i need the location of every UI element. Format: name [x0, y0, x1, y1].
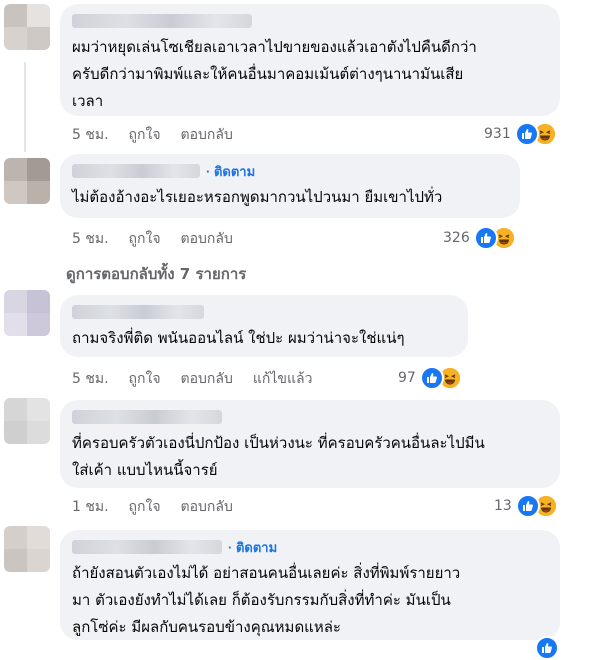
comment-bubble: ผมว่าหยุดเล่นโซเชียลเอาเวลาไปขายของแล้วเ…	[60, 4, 560, 116]
reply-button[interactable]: ตอบกลับ	[181, 124, 233, 146]
thumbs-up-icon	[419, 366, 444, 390]
reaction-count: 931	[484, 126, 511, 142]
reaction-count: 13	[494, 498, 512, 514]
reply-button[interactable]: ตอบกลับ	[181, 368, 233, 390]
reply-button[interactable]: ตอบกลับ	[181, 496, 233, 518]
commenter-name-redacted[interactable]	[72, 14, 252, 28]
thumbs-up-icon	[514, 122, 539, 146]
reaction-summary[interactable]: 13	[494, 494, 558, 518]
commenter-name-redacted[interactable]	[72, 410, 222, 424]
edited-label: แก้ไขแล้ว	[252, 371, 313, 387]
comment-actions: 5 ชม. ถูกใจ ตอบกลับ แก้ไขแล้ว	[72, 368, 312, 390]
comment-bubble: ถามจริงพี่ติด พนันออนไลน์ ใช่ปะ ผมว่าน่า…	[60, 295, 468, 357]
comment-time[interactable]: 5 ชม.	[72, 228, 109, 250]
avatar[interactable]	[4, 4, 50, 50]
comment-actions: 5 ชม. ถูกใจ ตอบกลับ	[72, 228, 233, 250]
reaction-summary[interactable]: 97	[398, 366, 462, 390]
like-button[interactable]: ถูกใจ	[129, 228, 161, 250]
avatar[interactable]	[4, 526, 50, 572]
like-button[interactable]: ถูกใจ	[129, 496, 161, 518]
avatar[interactable]	[4, 158, 50, 204]
avatar[interactable]	[4, 290, 50, 336]
comment-text: ที่ครอบครัวตัวเองนี่ปกป้อง เป็นห่วงนะ ที…	[72, 434, 485, 479]
follow-link[interactable]: · ติดตาม	[228, 537, 277, 558]
reaction-count: 326	[443, 230, 470, 246]
reaction-summary[interactable]	[535, 636, 559, 660]
avatar[interactable]	[4, 398, 50, 444]
thread-line	[24, 62, 26, 152]
comment-bubble: · ติดตาม ไม่ต้องอ้างอะไรเยอะหรอกพูดมากวน…	[60, 154, 520, 218]
comment-time[interactable]: 5 ชม.	[72, 124, 109, 146]
like-button[interactable]: ถูกใจ	[129, 368, 161, 390]
reply-button[interactable]: ตอบกลับ	[181, 228, 233, 250]
comment-time[interactable]: 5 ชม.	[72, 368, 109, 390]
reaction-summary[interactable]: 326	[443, 226, 516, 250]
commenter-name-redacted[interactable]	[72, 305, 204, 319]
comment-text: ถามจริงพี่ติด พนันออนไลน์ ใช่ปะ ผมว่าน่า…	[72, 329, 405, 347]
follow-link[interactable]: · ติดตาม	[206, 161, 255, 182]
comment-time[interactable]: 1 ชม.	[72, 496, 109, 518]
comment-text: ถ้ายังสอนตัวเองไม่ได้ อย่าสอนคนอื่นเลยค่…	[72, 564, 461, 636]
reaction-count: 97	[398, 370, 416, 386]
reaction-summary[interactable]: 931	[484, 122, 557, 146]
comment-actions: 5 ชม. ถูกใจ ตอบกลับ	[72, 124, 233, 146]
like-button[interactable]: ถูกใจ	[129, 124, 161, 146]
comment-bubble: ที่ครอบครัวตัวเองนี่ปกป้อง เป็นห่วงนะ ที…	[60, 400, 560, 488]
comment-bubble: · ติดตาม ถ้ายังสอนตัวเองไม่ได้ อย่าสอนคน…	[60, 530, 560, 640]
thumbs-up-icon	[535, 636, 559, 660]
thumbs-up-icon	[473, 226, 498, 250]
commenter-name-redacted[interactable]	[72, 164, 200, 178]
commenter-name-redacted[interactable]	[72, 540, 222, 554]
view-replies-link[interactable]: ดูการตอบกลับทั้ง 7 รายการ	[66, 262, 246, 286]
comment-text: ไม่ต้องอ้างอะไรเยอะหรอกพูดมากวนไปวนมา ยื…	[72, 188, 443, 206]
thumbs-up-icon	[515, 494, 540, 518]
comment-actions: 1 ชม. ถูกใจ ตอบกลับ	[72, 496, 233, 518]
comment-text: ผมว่าหยุดเล่นโซเชียลเอาเวลาไปขายของแล้วเ…	[72, 38, 477, 110]
